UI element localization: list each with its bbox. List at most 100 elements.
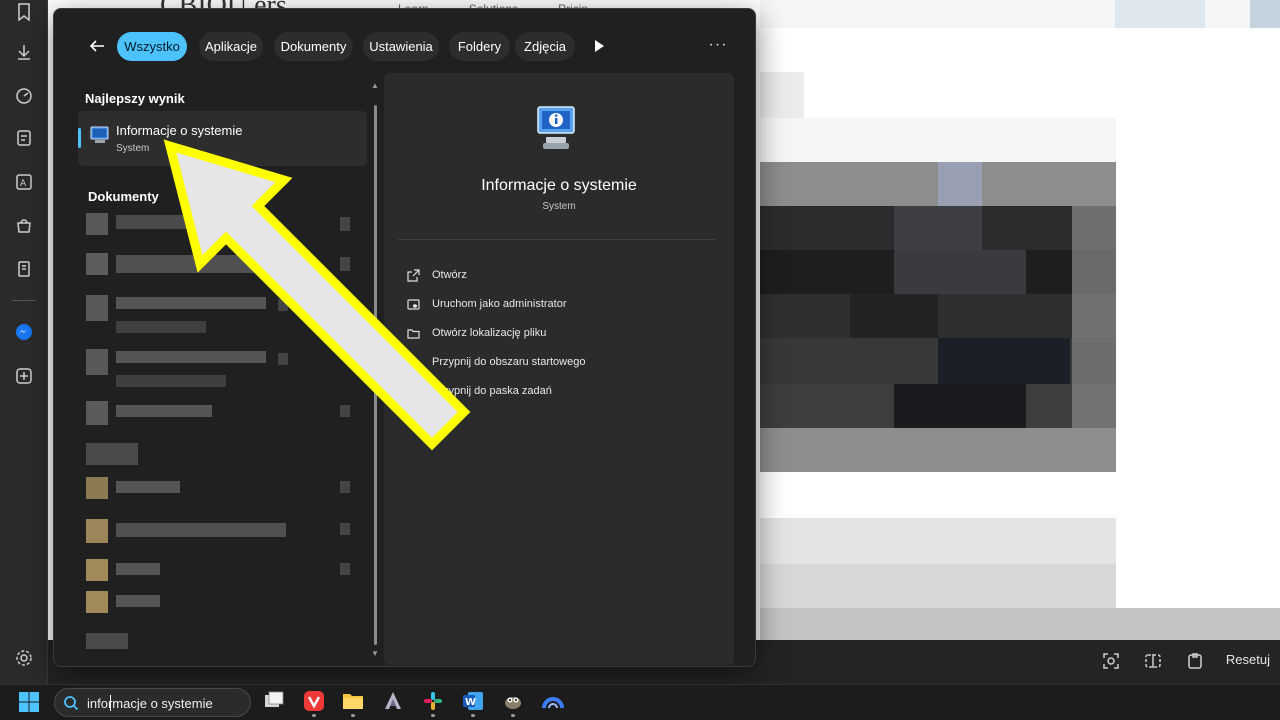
vivaldi-icon[interactable]	[302, 689, 326, 717]
screenshot-icon[interactable]	[1098, 648, 1124, 674]
browser-sidebar: A	[0, 0, 48, 684]
folder-icon	[406, 326, 420, 340]
system-info-icon	[90, 126, 109, 143]
pin-taskbar-icon	[406, 384, 420, 398]
pixelated-block	[760, 518, 1116, 564]
document-item[interactable]	[86, 559, 356, 583]
document-item[interactable]	[86, 519, 356, 543]
filter-chip-apps[interactable]: Aplikacje	[199, 32, 263, 61]
action-label: Przypnij do paska zadań	[432, 385, 552, 397]
best-match-heading: Najlepszy wynik	[85, 91, 185, 106]
back-arrow-icon[interactable]	[84, 33, 110, 59]
document-item[interactable]	[86, 633, 356, 657]
scroll-down-arrow-icon[interactable]: ▼	[371, 649, 379, 658]
word-icon[interactable]: W	[461, 689, 485, 717]
action-label: Przypnij do obszaru startowego	[432, 356, 586, 368]
pixelated-block	[760, 72, 804, 118]
pixelated-block	[894, 206, 982, 250]
detail-title: Informacje o systemie	[481, 177, 637, 194]
reading-icon[interactable]	[12, 257, 36, 281]
document-item[interactable]	[86, 401, 356, 425]
scroll-up-arrow-icon[interactable]: ▲	[371, 81, 379, 90]
shopping-icon[interactable]	[12, 213, 36, 237]
settings-icon[interactable]	[12, 646, 36, 670]
filter-bar: Wszystko Aplikacje Dokumenty Ustawienia …	[54, 9, 755, 81]
detail-subtitle: System	[542, 201, 576, 212]
reset-button[interactable]: Resetuj	[1226, 652, 1270, 667]
shield-admin-icon	[406, 297, 420, 311]
documents-heading: Dokumenty	[88, 189, 159, 204]
more-options-icon[interactable]: ···	[708, 35, 728, 55]
pixelated-block	[760, 428, 1116, 472]
pixelated-block	[760, 294, 1116, 338]
document-item[interactable]	[86, 295, 356, 333]
open-external-icon	[406, 268, 420, 282]
task-view-icon[interactable]	[262, 689, 286, 713]
pixelated-block	[1115, 0, 1205, 28]
pixelated-block	[760, 564, 1116, 608]
document-item[interactable]	[86, 443, 356, 467]
filter-chip-folders[interactable]: Foldery	[449, 32, 510, 61]
pixelated-block	[1072, 338, 1116, 384]
svg-text:A: A	[20, 179, 27, 189]
app-arc-icon[interactable]	[541, 689, 565, 713]
pixelated-block	[894, 250, 1026, 294]
bookmark-icon[interactable]	[12, 0, 36, 24]
filter-chip-photos[interactable]: Zdjęcia	[515, 32, 575, 61]
performance-icon[interactable]	[12, 84, 36, 108]
search-icon	[64, 696, 79, 711]
system-info-large-icon	[537, 106, 575, 149]
best-match-name: Informacje o systemie	[116, 123, 243, 138]
sidebar-divider	[12, 300, 36, 301]
document-item[interactable]	[86, 477, 356, 501]
filter-chip-settings[interactable]: Ustawienia	[363, 32, 439, 61]
action-pin-to-start[interactable]: Przypnij do obszaru startowego	[406, 352, 706, 372]
taskbar-search-box[interactable]: informacje o systemie	[54, 688, 251, 717]
document-item[interactable]	[86, 349, 356, 387]
best-match-item[interactable]: Informacje o systemie System	[78, 111, 367, 166]
pixelated-block	[760, 608, 1280, 640]
add-icon[interactable]	[12, 364, 36, 388]
pixelated-block	[894, 384, 1026, 428]
pixelated-block	[1072, 384, 1116, 428]
app-a-icon[interactable]	[381, 689, 405, 713]
running-indicator	[471, 714, 475, 717]
results-list: Najlepszy wynik Informacje o systemie Sy…	[54, 81, 380, 666]
action-label: Uruchom jako administrator	[432, 298, 567, 310]
action-run-as-admin[interactable]: Uruchom jako administrator	[406, 294, 706, 314]
notes-icon[interactable]	[12, 126, 36, 150]
pixelated-block	[938, 162, 982, 206]
action-pin-to-taskbar[interactable]: Przypnij do paska zadań	[406, 381, 706, 401]
slack-icon[interactable]	[421, 689, 445, 717]
document-item[interactable]	[86, 591, 356, 615]
clipboard-icon[interactable]	[1182, 648, 1208, 674]
pixelated-block	[938, 338, 1070, 384]
filter-chip-documents[interactable]: Dokumenty	[274, 32, 353, 61]
split-screen-icon[interactable]	[1140, 648, 1166, 674]
pixelated-block	[1250, 0, 1280, 28]
file-explorer-icon[interactable]	[341, 689, 365, 717]
windows-start-icon[interactable]	[18, 691, 40, 713]
translate-icon[interactable]: A	[12, 170, 36, 194]
results-scrollbar[interactable]	[374, 105, 377, 645]
action-open-file-location[interactable]: Otwórz lokalizację pliku	[406, 323, 706, 343]
download-icon[interactable]	[12, 40, 36, 64]
selection-indicator	[78, 128, 81, 148]
filter-chip-all[interactable]: Wszystko	[117, 32, 187, 61]
action-open[interactable]: Otwórz	[406, 265, 706, 285]
pixelated-block	[1072, 250, 1116, 294]
best-match-type: System	[116, 143, 150, 154]
pixelated-block	[760, 472, 1116, 518]
pixelated-block	[760, 118, 1116, 162]
document-item[interactable]	[86, 253, 356, 277]
running-indicator	[511, 714, 515, 717]
detail-divider	[398, 239, 716, 240]
pin-icon	[406, 355, 420, 369]
text-caret	[110, 695, 111, 711]
messenger-icon[interactable]	[12, 320, 36, 344]
running-indicator	[312, 714, 316, 717]
gimp-icon[interactable]	[501, 689, 525, 717]
play-icon[interactable]	[592, 39, 606, 53]
document-item[interactable]	[86, 213, 356, 237]
taskbar-search-input[interactable]: informacje o systemie	[87, 696, 213, 711]
